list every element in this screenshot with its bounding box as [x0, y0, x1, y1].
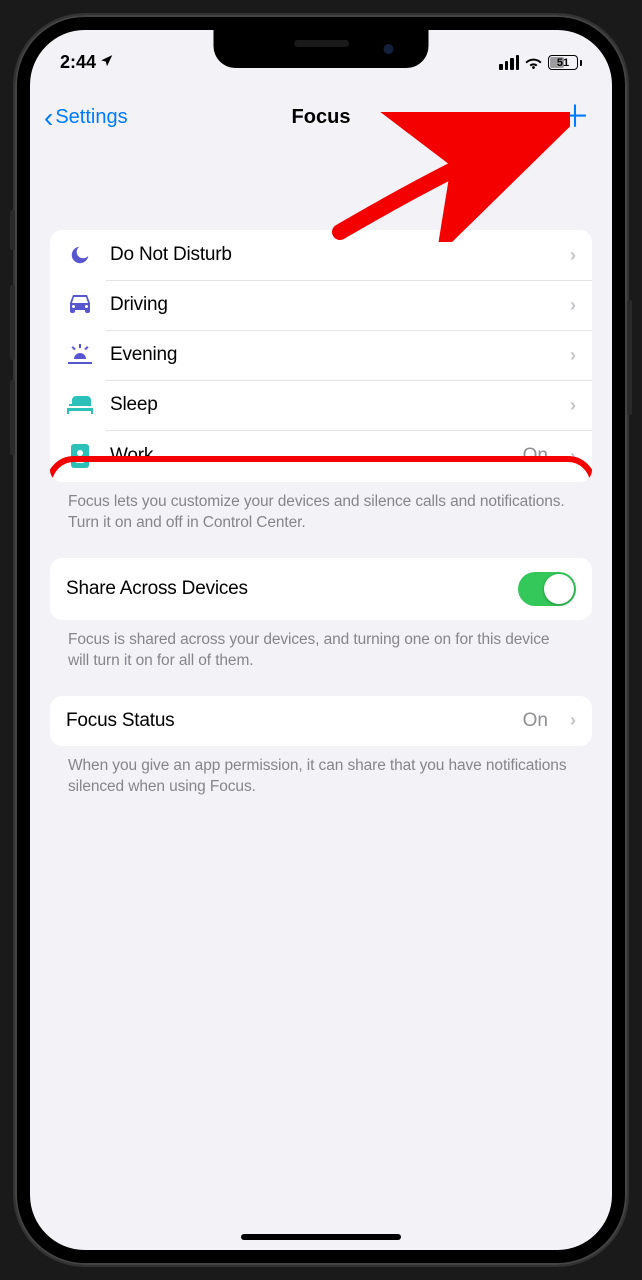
notch — [214, 30, 429, 68]
car-icon — [66, 295, 94, 315]
focus-row-driving[interactable]: Driving › — [50, 280, 592, 330]
focus-status-footer: When you give an app permission, it can … — [50, 746, 592, 822]
chevron-right-icon: › — [570, 345, 576, 366]
focus-row-sleep[interactable]: Sleep › — [50, 380, 592, 430]
share-across-group: Share Across Devices — [50, 558, 592, 620]
focus-modes-group: Do Not Disturb › Driving › Evening › — [50, 230, 592, 482]
share-across-row: Share Across Devices — [50, 558, 592, 620]
cellular-icon — [499, 55, 519, 70]
row-label: Evening — [110, 344, 548, 366]
moon-icon — [66, 244, 94, 266]
focus-status-group: Focus Status On › — [50, 696, 592, 746]
row-detail: On — [523, 710, 548, 732]
focus-footer-text: Focus lets you customize your devices an… — [50, 482, 592, 558]
chevron-right-icon: › — [570, 245, 576, 266]
device-frame: 2:44 51 ‹ Settings Fo — [15, 15, 627, 1265]
focus-row-work[interactable]: Work On › — [50, 430, 592, 482]
chevron-right-icon: › — [570, 710, 576, 731]
back-label: Settings — [55, 106, 127, 129]
screen: 2:44 51 ‹ Settings Fo — [30, 30, 612, 1250]
bed-icon — [66, 396, 94, 414]
row-label: Driving — [110, 294, 548, 316]
location-icon — [100, 52, 114, 73]
chevron-right-icon: › — [570, 395, 576, 416]
add-button[interactable]: ＋ — [560, 103, 590, 133]
sunset-icon — [66, 344, 94, 366]
back-button[interactable]: ‹ Settings — [44, 104, 128, 132]
status-time: 2:44 — [60, 52, 96, 73]
battery-percent: 51 — [557, 57, 569, 69]
share-across-footer: Focus is shared across your devices, and… — [50, 620, 592, 696]
page-title: Focus — [292, 106, 351, 129]
focus-status-row[interactable]: Focus Status On › — [50, 696, 592, 746]
row-label: Share Across Devices — [66, 578, 502, 600]
nav-bar: ‹ Settings Focus ＋ — [30, 85, 612, 150]
home-indicator[interactable] — [241, 1234, 401, 1240]
badge-icon — [66, 444, 94, 468]
row-detail: On — [523, 445, 548, 467]
row-label: Work — [110, 445, 507, 467]
content: Do Not Disturb › Driving › Evening › — [30, 190, 612, 1250]
focus-row-evening[interactable]: Evening › — [50, 330, 592, 380]
wifi-icon — [524, 56, 543, 70]
chevron-right-icon: › — [570, 295, 576, 316]
share-across-toggle[interactable] — [518, 572, 576, 606]
row-label: Do Not Disturb — [110, 244, 548, 266]
battery-icon: 51 — [548, 55, 582, 70]
chevron-left-icon: ‹ — [44, 104, 53, 132]
chevron-right-icon: › — [570, 446, 576, 467]
row-label: Focus Status — [66, 710, 507, 732]
focus-row-do-not-disturb[interactable]: Do Not Disturb › — [50, 230, 592, 280]
row-label: Sleep — [110, 394, 548, 416]
